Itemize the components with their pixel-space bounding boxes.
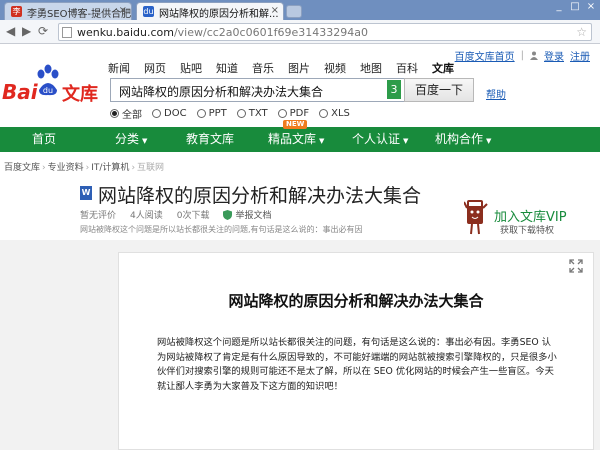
tab-label: 李勇SEO博客-提供合肥SEO...	[27, 9, 132, 20]
channel-tieba[interactable]: 贴吧	[180, 60, 202, 76]
filetype-filter: 全部 DOC PPT TXT PDF XLS	[110, 106, 350, 121]
help-link[interactable]: 帮助	[486, 86, 506, 101]
breadcrumb-item[interactable]: 百度文库	[4, 163, 40, 173]
filetype-txt[interactable]: TXT	[236, 108, 268, 119]
search-input[interactable]: 网站降权的原因分析和解决办法大集合	[110, 78, 410, 102]
word-doc-icon: W	[80, 186, 92, 200]
address-bar: ◀ ▶ ⟳ wenku.baidu.com/view/cc2a0c0601f69…	[0, 20, 600, 44]
radio[interactable]	[319, 109, 329, 118]
fullscreen-expand-icon[interactable]	[569, 259, 583, 273]
filetype-xls[interactable]: XLS	[319, 108, 350, 119]
baidu-wenku-logo[interactable]: du Bai 文库	[2, 62, 102, 112]
filetype-all[interactable]: 全部	[110, 106, 142, 121]
login-link[interactable]: 登录	[544, 48, 564, 63]
logo-text-right: 文库	[62, 84, 98, 105]
page-body: 网站被降权这个问题是所以站长都很关注的问题，有句话是这么说的：事出必有因。李勇S…	[157, 336, 557, 394]
search-button[interactable]: 百度一下	[404, 78, 474, 102]
filetype-ppt[interactable]: PPT	[196, 108, 227, 119]
url-input[interactable]: wenku.baidu.com/view/cc2a0c0601f69e31433…	[58, 23, 592, 41]
channel-baike[interactable]: 百科	[396, 60, 418, 76]
breadcrumb-item[interactable]: IT/计算机	[91, 163, 129, 173]
browser-tab-1[interactable]: 李 李勇SEO博客-提供合肥SEO... ×	[4, 2, 132, 20]
caret-down-icon: ▼	[486, 137, 492, 145]
bookmark-star-icon[interactable]: ☆	[576, 25, 587, 39]
doc-downloads: 0次下载	[176, 211, 210, 221]
nav-education[interactable]: 教育文库	[186, 127, 234, 152]
nav-categories[interactable]: 分类 ▼	[115, 127, 147, 152]
filetype-pdf[interactable]: PDF	[277, 108, 309, 119]
suggestion-count-badge[interactable]: 3	[387, 80, 401, 99]
doc-summary: 网站被降权这个问题是所以站长都很关注的问题,有句话是这么说的：事出必有因	[80, 225, 363, 234]
doc-meta: 暂无评价 4人阅读 0次下载 举报文档	[80, 208, 300, 221]
doc-rating: 暂无评价	[80, 211, 117, 221]
nav-institution[interactable]: 机构合作 ▼	[435, 127, 491, 152]
channel-images[interactable]: 图片	[288, 60, 310, 76]
channel-wenku[interactable]: 文库	[432, 60, 454, 76]
caret-down-icon: ▼	[142, 137, 148, 145]
close-window-icon[interactable]: ×	[584, 0, 598, 14]
tab-label: 网站降权的原因分析和解...	[159, 9, 279, 20]
filetype-doc[interactable]: DOC	[152, 108, 187, 119]
channel-news[interactable]: 新闻	[108, 60, 130, 76]
back-arrow-icon[interactable]: ◀	[6, 24, 15, 38]
main-nav: 首页 分类 ▼ 教育文库 精品文库 ▼ 个人认证 ▼ 机构合作 ▼	[0, 127, 600, 152]
browser-tab-bar: 李 李勇SEO博客-提供合肥SEO... × du 网站降权的原因分析和解...…	[0, 0, 600, 20]
nav-certification[interactable]: 个人认证 ▼	[352, 127, 408, 152]
site-favicon-icon: du	[143, 6, 154, 17]
report-link[interactable]: 举报文档	[223, 208, 285, 221]
vip-subtitle: 获取下载特权	[500, 226, 555, 236]
caret-down-icon: ▼	[403, 137, 409, 145]
browser-tab-2[interactable]: du 网站降权的原因分析和解... ×	[136, 2, 284, 20]
radio[interactable]	[236, 109, 246, 118]
page-heading: 网站降权的原因分析和解决办法大集合	[228, 292, 484, 310]
paw-logo-icon: du	[37, 64, 59, 96]
minimize-icon[interactable]: _	[552, 0, 566, 14]
body-paragraph: 网站被降权这个问题是所以站长都很关注的问题，有句话是这么说的：事出必有因。李勇S…	[157, 337, 557, 392]
doc-page: 网站降权的原因分析和解决办法大集合 网站被降权这个问题是所以站长都很关注的问题，…	[118, 252, 594, 450]
radio[interactable]	[196, 109, 206, 118]
logo-text-left: Bai	[2, 80, 38, 104]
channel-zhidao[interactable]: 知道	[216, 60, 238, 76]
reload-icon[interactable]: ⟳	[38, 24, 48, 38]
breadcrumb-item[interactable]: 专业资料	[48, 163, 84, 173]
new-badge: NEW	[283, 120, 308, 129]
user-icon	[530, 51, 538, 60]
svg-text:du: du	[43, 86, 53, 95]
caret-down-icon: ▼	[319, 137, 325, 145]
nav-premium[interactable]: 精品文库 ▼	[268, 127, 324, 152]
page-icon	[62, 27, 72, 38]
close-icon[interactable]: ×	[271, 5, 279, 16]
maximize-icon[interactable]: □	[568, 0, 582, 14]
channel-nav: 新闻 网页 贴吧 知道 音乐 图片 视频 地图 百科 文库	[108, 60, 468, 76]
channel-music[interactable]: 音乐	[252, 60, 274, 76]
register-link[interactable]: 注册	[570, 48, 590, 63]
search-query: 网站降权的原因分析和解决办法大集合	[119, 85, 324, 99]
doc-title: 网站降权的原因分析和解决办法大集合	[98, 185, 422, 207]
shield-icon	[223, 209, 233, 220]
breadcrumb: 百度文库 › 专业资料 › IT/计算机 › 互联网	[4, 163, 165, 173]
new-tab-button[interactable]	[286, 5, 302, 18]
doc-readers: 4人阅读	[130, 211, 163, 221]
radio[interactable]	[277, 109, 287, 118]
book-mascot-icon	[464, 200, 488, 235]
site-favicon-icon: 李	[11, 6, 22, 17]
doc-viewer: 网站降权的原因分析和解决办法大集合 网站被降权这个问题是所以站长都很关注的问题，…	[0, 240, 600, 450]
nav-home[interactable]: 首页	[32, 127, 56, 152]
channel-video[interactable]: 视频	[324, 60, 346, 76]
window-controls: _ □ ×	[552, 0, 598, 18]
vip-promo[interactable]: 加入文库VIP 获取下载特权	[464, 196, 594, 240]
channel-map[interactable]: 地图	[360, 60, 382, 76]
top-links: 百度文库首页 | 登录 注册	[454, 48, 590, 63]
radio-selected[interactable]	[110, 109, 119, 118]
channel-web[interactable]: 网页	[144, 60, 166, 76]
breadcrumb-item[interactable]: 互联网	[137, 163, 164, 173]
forward-arrow-icon[interactable]: ▶	[22, 24, 31, 38]
close-icon[interactable]: ×	[119, 5, 127, 16]
url-text: wenku.baidu.com/view/cc2a0c0601f69e31433…	[77, 26, 368, 39]
radio[interactable]	[152, 109, 161, 118]
